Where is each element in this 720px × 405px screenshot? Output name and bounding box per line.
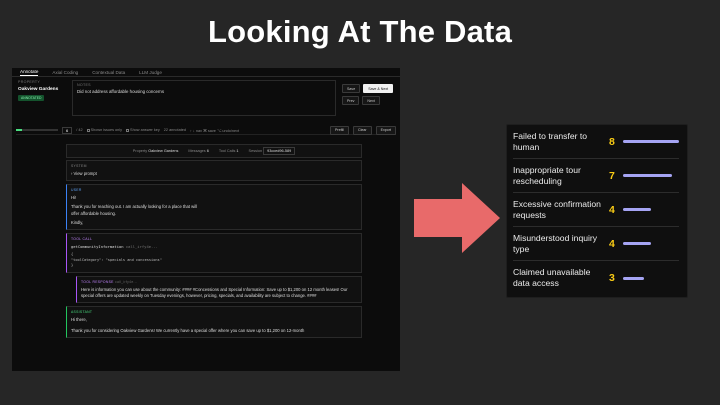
failure-mode-count: 7: [609, 169, 615, 182]
failure-mode-count: 4: [609, 237, 615, 250]
annotation-app-screenshot: Annotate Axial Coding Contextual Data LL…: [12, 68, 400, 371]
failure-mode-label: Excessive confirmation requests: [513, 198, 601, 220]
failure-mode-label: Inappropriate tour rescheduling: [513, 164, 581, 186]
next-button[interactable]: Next: [362, 96, 380, 105]
app-tab-bar: Annotate Axial Coding Contextual Data LL…: [12, 68, 400, 77]
view-prompt-link[interactable]: › View prompt: [71, 171, 357, 177]
save-button[interactable]: Save: [342, 84, 361, 93]
session-id[interactable]: 93cced96-589: [263, 147, 296, 155]
failure-mode-label: Failed to transfer to human: [513, 130, 588, 152]
notes-field[interactable]: NOTES Did not address affordable housing…: [72, 80, 336, 116]
failure-mode-label: Misunderstood inquiry type: [513, 232, 598, 254]
tool-response-message: TOOL RESPONSE call_irfy4e... Here is inf…: [76, 275, 362, 303]
user-message: USER Hi! Thank you for reaching out. I a…: [66, 184, 362, 231]
tab-annotate[interactable]: Annotate: [20, 69, 39, 76]
clear-button[interactable]: Clear: [353, 125, 372, 135]
failure-mode-row: Misunderstood inquiry type 4: [513, 227, 679, 261]
notes-label: NOTES: [77, 83, 91, 87]
arrow-right-icon: [414, 183, 500, 253]
failure-mode-bar-fill: [623, 174, 672, 177]
failure-mode-row: Excessive confirmation requests 4: [513, 193, 679, 227]
notes-text: Did not address affordable housing conce…: [77, 89, 165, 94]
progress-bar-fill: [16, 129, 23, 131]
progress-toolbar: 6 / 42 Shown issues only Show answer key…: [16, 125, 396, 135]
failure-mode-panel: Failed to transfer to human 8 Inappropri…: [506, 124, 688, 298]
failure-mode-bar: [623, 242, 679, 245]
failure-mode-bar-fill: [623, 276, 644, 280]
tab-llm-judge[interactable]: LLM Judge: [139, 70, 162, 75]
tool-call-message: TOOL CALL getCommunityInformation call_i…: [66, 233, 362, 273]
save-next-button[interactable]: Save & Next: [363, 84, 394, 93]
action-buttons: Save Save & Next Prev Next: [342, 80, 396, 116]
failure-mode-row: Failed to transfer to human 8: [513, 125, 679, 159]
show-answer-toggle[interactable]: Show answer key: [126, 128, 160, 132]
keyboard-hints: ↑ ↓ nav ⌘ save ⌥ undo/next: [189, 128, 240, 133]
prefill-button[interactable]: Prefill: [330, 125, 350, 135]
tool-function-name: getCommunityInformation call_irfy4e...: [71, 244, 158, 250]
failure-mode-bar: [623, 276, 679, 280]
failure-mode-bar-fill: [623, 242, 651, 245]
property-panel: PROPERTY Oakview Gardens ANNOTATED: [16, 80, 72, 116]
assistant-message: ASSISTANT Hi there, Thank you for consid…: [66, 305, 362, 339]
prev-button[interactable]: Prev: [342, 96, 360, 105]
tab-axial-coding[interactable]: Axial Coding: [52, 70, 78, 75]
tab-contextual-data[interactable]: Contextual Data: [92, 70, 125, 75]
property-name: Oakview Gardens: [18, 87, 59, 92]
checkbox-icon: [126, 128, 130, 132]
shown-only-toggle[interactable]: Shown issues only: [86, 128, 122, 132]
failure-mode-count: 4: [609, 203, 615, 216]
conversation-view: Property Oakview Gardens Messages 6 Tool…: [66, 144, 362, 341]
system-message: SYSTEM › View prompt: [66, 160, 362, 182]
page-number-input[interactable]: 6: [62, 126, 73, 134]
failure-mode-row: Inappropriate tour rescheduling 7: [513, 159, 679, 193]
progress-bar: [16, 129, 58, 131]
failure-mode-bar: [623, 140, 679, 143]
page-total: / 42: [76, 128, 83, 132]
failure-mode-bar: [623, 174, 679, 177]
failure-mode-count: 3: [609, 272, 615, 284]
checkbox-icon: [86, 128, 90, 132]
export-button[interactable]: Export: [375, 125, 396, 135]
failure-mode-bar: [623, 208, 679, 211]
conversation-meta: Property Oakview Gardens Messages 6 Tool…: [66, 144, 362, 158]
property-label: PROPERTY: [18, 80, 41, 84]
annotation-header: PROPERTY Oakview Gardens ANNOTATED NOTES…: [16, 80, 396, 116]
failure-mode-row: Claimed unavailable data access 3: [513, 261, 679, 295]
slide-title: Looking At The Data: [207, 14, 513, 49]
status-badge: ANNOTATED: [18, 95, 45, 101]
failure-mode-bar-fill: [623, 140, 679, 143]
failure-mode-count: 8: [609, 135, 615, 148]
failure-mode-bar-fill: [623, 208, 651, 211]
annotated-count: 22 annotated: [163, 128, 186, 132]
failure-mode-label: Claimed unavailable data access: [513, 267, 591, 288]
